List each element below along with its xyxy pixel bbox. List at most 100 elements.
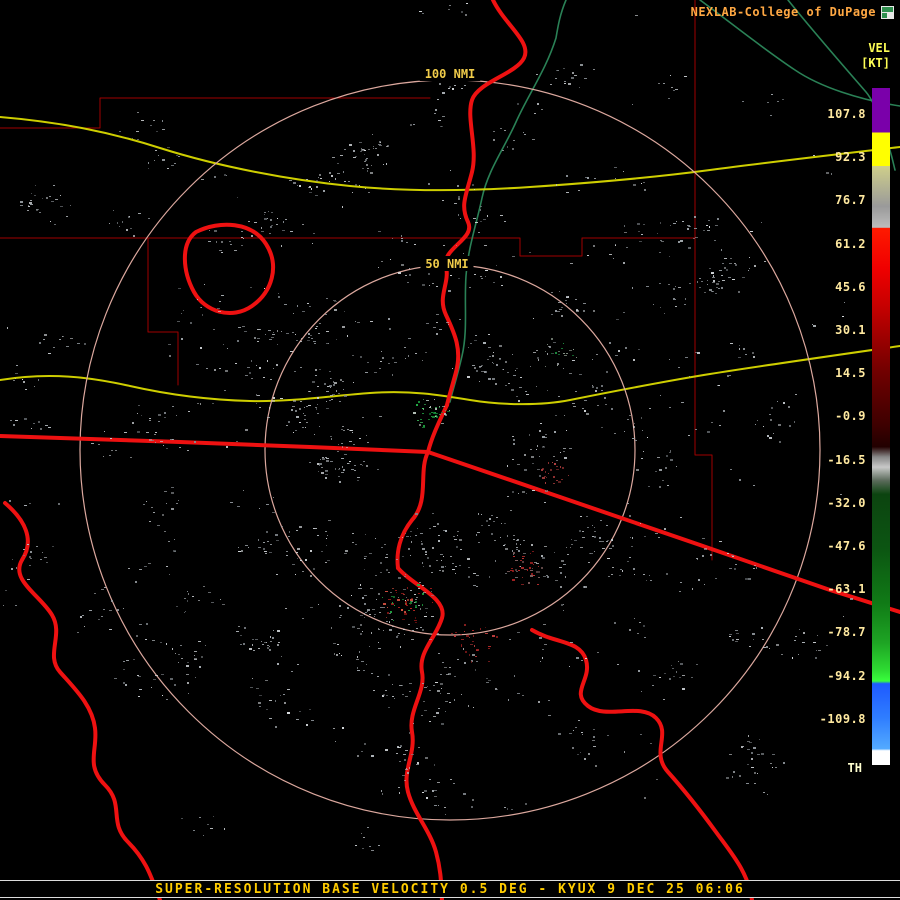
radar-return-dot [319,323,321,324]
primary-road-line [426,403,449,454]
radar-return-dot [339,468,340,469]
radar-return-dot [418,593,420,594]
radar-return-dot [775,767,777,768]
radar-return-dot [522,556,525,557]
radar-return-dot [500,128,502,129]
radar-return-dot [442,406,445,407]
radar-return-dot [405,358,406,359]
radar-return-dot [58,503,60,505]
radar-return-dot [493,139,495,141]
radar-return-dot [530,449,532,450]
radar-return-dot [536,449,537,450]
radar-return-dot [730,258,732,259]
radar-return-dot [368,149,370,150]
radar-return-dot [513,439,515,441]
radar-return-dot [367,827,369,828]
radar-return-dot [447,411,450,412]
radar-return-dot [276,364,278,366]
radar-return-dot [441,723,444,725]
radar-return-dot [459,539,462,541]
radar-return-dot [355,845,357,846]
radar-return-dot [414,620,417,621]
radar-return-dot [718,288,720,289]
radar-return-dot [316,180,318,182]
radar-return-dot [675,286,676,287]
radar-return-dot [607,735,609,736]
radar-return-dot [513,535,515,536]
range-ring-label: 100 NMI [425,67,476,81]
radar-return-dot [249,648,252,650]
radar-return-dot [429,413,430,415]
radar-return-dot [664,528,666,530]
radar-return-dot [317,413,319,414]
radar-return-dot [270,641,272,642]
radar-return-dot [357,480,359,481]
radar-return-dot [365,534,366,535]
radar-return-dot [742,101,744,102]
radar-return-dot [273,397,275,399]
radar-return-dot [352,432,353,433]
radar-return-dot [82,615,84,616]
radar-return-dot [627,503,629,504]
radar-return-dot [548,700,550,701]
radar-return-dot [396,559,398,560]
radar-return-dot [404,613,407,615]
radar-return-dot [557,365,558,366]
radar-return-dot [109,223,110,224]
radar-return-dot [396,636,398,638]
radar-return-dot [669,407,671,408]
radar-return-dot [680,663,683,665]
radar-return-dot [448,324,449,325]
radar-return-dot [718,385,720,386]
radar-return-dot [168,541,170,542]
radar-return-dot [748,270,749,271]
radar-return-dot [441,560,442,561]
radar-return-dot [783,402,785,404]
radar-return-dot [404,347,406,348]
radar-return-dot [138,696,140,697]
radar-return-dot [341,655,342,656]
radar-return-dot [150,125,152,126]
radar-return-dot [214,176,216,178]
radar-map: 100 NMI50 NMI [0,0,900,900]
radar-return-dot [682,688,685,690]
radar-return-dot [367,609,370,611]
radar-return-dot [250,287,252,288]
radar-return-dot [365,188,366,189]
radar-return-dot [776,644,779,646]
radar-return-dot [294,371,296,372]
radar-return-dot [53,185,55,186]
radar-return-dot [657,457,660,458]
radar-return-dot [405,696,408,697]
radar-return-dot [146,432,149,433]
radar-return-dot [417,762,419,764]
radar-return-dot [558,481,561,483]
radar-return-dot [717,385,718,386]
radar-return-dot [501,523,502,524]
radar-return-dot [488,646,491,647]
radar-return-dot [314,343,316,344]
radar-return-dot [357,628,360,629]
radar-return-dot [403,629,405,630]
radar-return-dot [478,232,480,233]
radar-return-dot [550,469,552,471]
radar-return-dot [386,569,388,571]
radar-return-dot [747,749,750,750]
radar-return-dot [566,192,569,193]
radar-return-dot [518,400,520,402]
radar-return-dot [512,459,514,460]
radar-return-dot [450,556,452,557]
radar-return-dot [657,233,658,234]
radar-return-dot [505,548,508,550]
radar-return-dot [240,644,242,645]
radar-return-dot [326,408,329,409]
radar-return-dot [275,700,276,702]
radar-return-dot [398,607,400,608]
radar-return-dot [128,568,130,569]
radar-return-dot [458,198,460,200]
radar-return-dot [119,226,120,227]
radar-return-dot [205,645,206,646]
radar-return-dot [380,562,382,564]
radar-return-dot [367,170,368,172]
radar-return-dot [406,536,409,537]
